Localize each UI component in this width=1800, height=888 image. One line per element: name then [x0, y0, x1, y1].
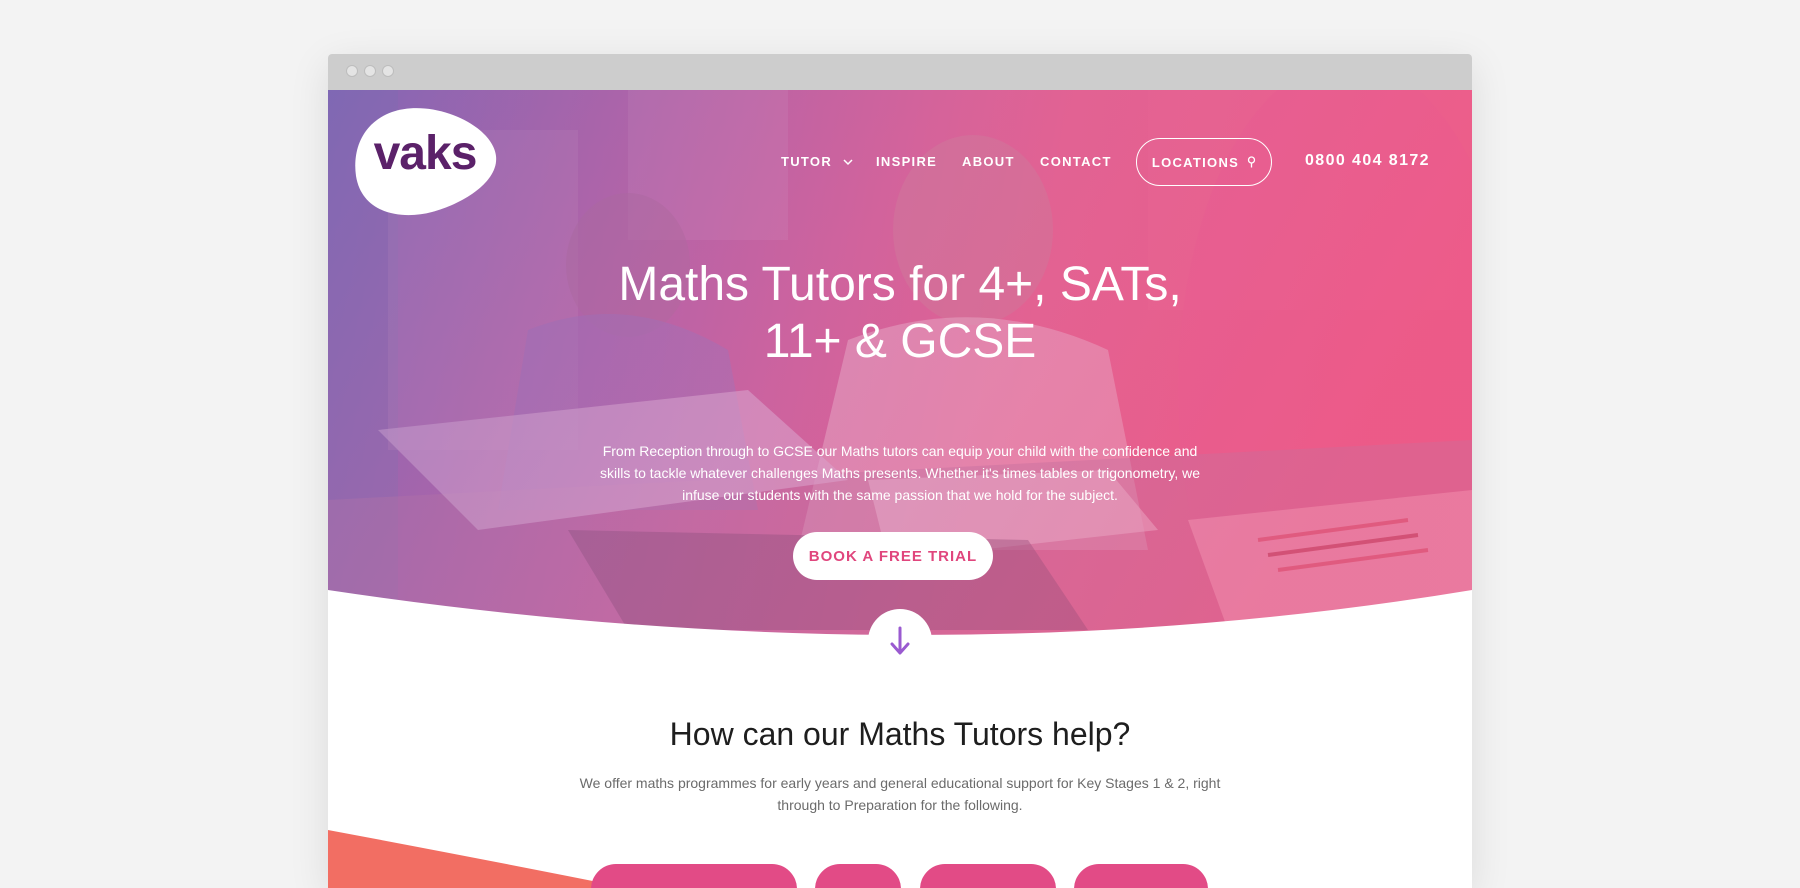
nav-item-inspire[interactable]: INSPIRE: [876, 154, 937, 169]
main-nav: TUTOR INSPIRE ABOUT CONTACT LOCATIONS 08…: [328, 138, 1472, 188]
section-title: How can our Maths Tutors help?: [669, 716, 1131, 752]
window-close-dot[interactable]: [346, 65, 358, 77]
locations-label: LOCATIONS: [1151, 154, 1240, 170]
hero-section: vaks TUTOR INSPIRE ABOUT CONTACT LOCATIO…: [328, 90, 1472, 650]
program-button-2[interactable]: [815, 864, 901, 888]
window-maximize-dot[interactable]: [382, 65, 394, 77]
hero-title-line1: Maths Tutors for 4+, SATs,: [618, 258, 1182, 311]
map-pin-icon: [1247, 156, 1256, 168]
browser-window: vaks TUTOR INSPIRE ABOUT CONTACT LOCATIO…: [328, 54, 1472, 888]
hero-title-line2: 11+ & GCSE: [763, 315, 1037, 368]
program-button-1[interactable]: [591, 864, 797, 888]
section-text: We offer maths programmes for early year…: [579, 775, 1221, 813]
hero-subtitle: From Reception through to GCSE our Maths…: [600, 443, 1200, 503]
browser-titlebar: [328, 54, 1472, 90]
locations-button[interactable]: LOCATIONS: [1136, 138, 1272, 186]
coral-decoration: [328, 830, 628, 888]
window-minimize-dot[interactable]: [364, 65, 376, 77]
book-free-trial-button[interactable]: BOOK A FREE TRIAL: [793, 532, 993, 580]
nav-item-contact[interactable]: CONTACT: [1040, 154, 1112, 169]
program-button-4[interactable]: [1074, 864, 1208, 888]
nav-item-tutor[interactable]: TUTOR: [781, 154, 853, 169]
program-button-3[interactable]: [920, 864, 1056, 888]
nav-tutor-label: TUTOR: [781, 154, 833, 169]
hero-title: Maths Tutors for 4+, SATs, 11+ & GCSE: [600, 256, 1200, 370]
how-can-we-help-section: How can our Maths Tutors help? We offer …: [328, 650, 1472, 888]
nav-item-about[interactable]: ABOUT: [962, 154, 1015, 169]
chevron-down-icon: [843, 159, 853, 166]
phone-number[interactable]: 0800 404 8172: [1305, 152, 1430, 170]
